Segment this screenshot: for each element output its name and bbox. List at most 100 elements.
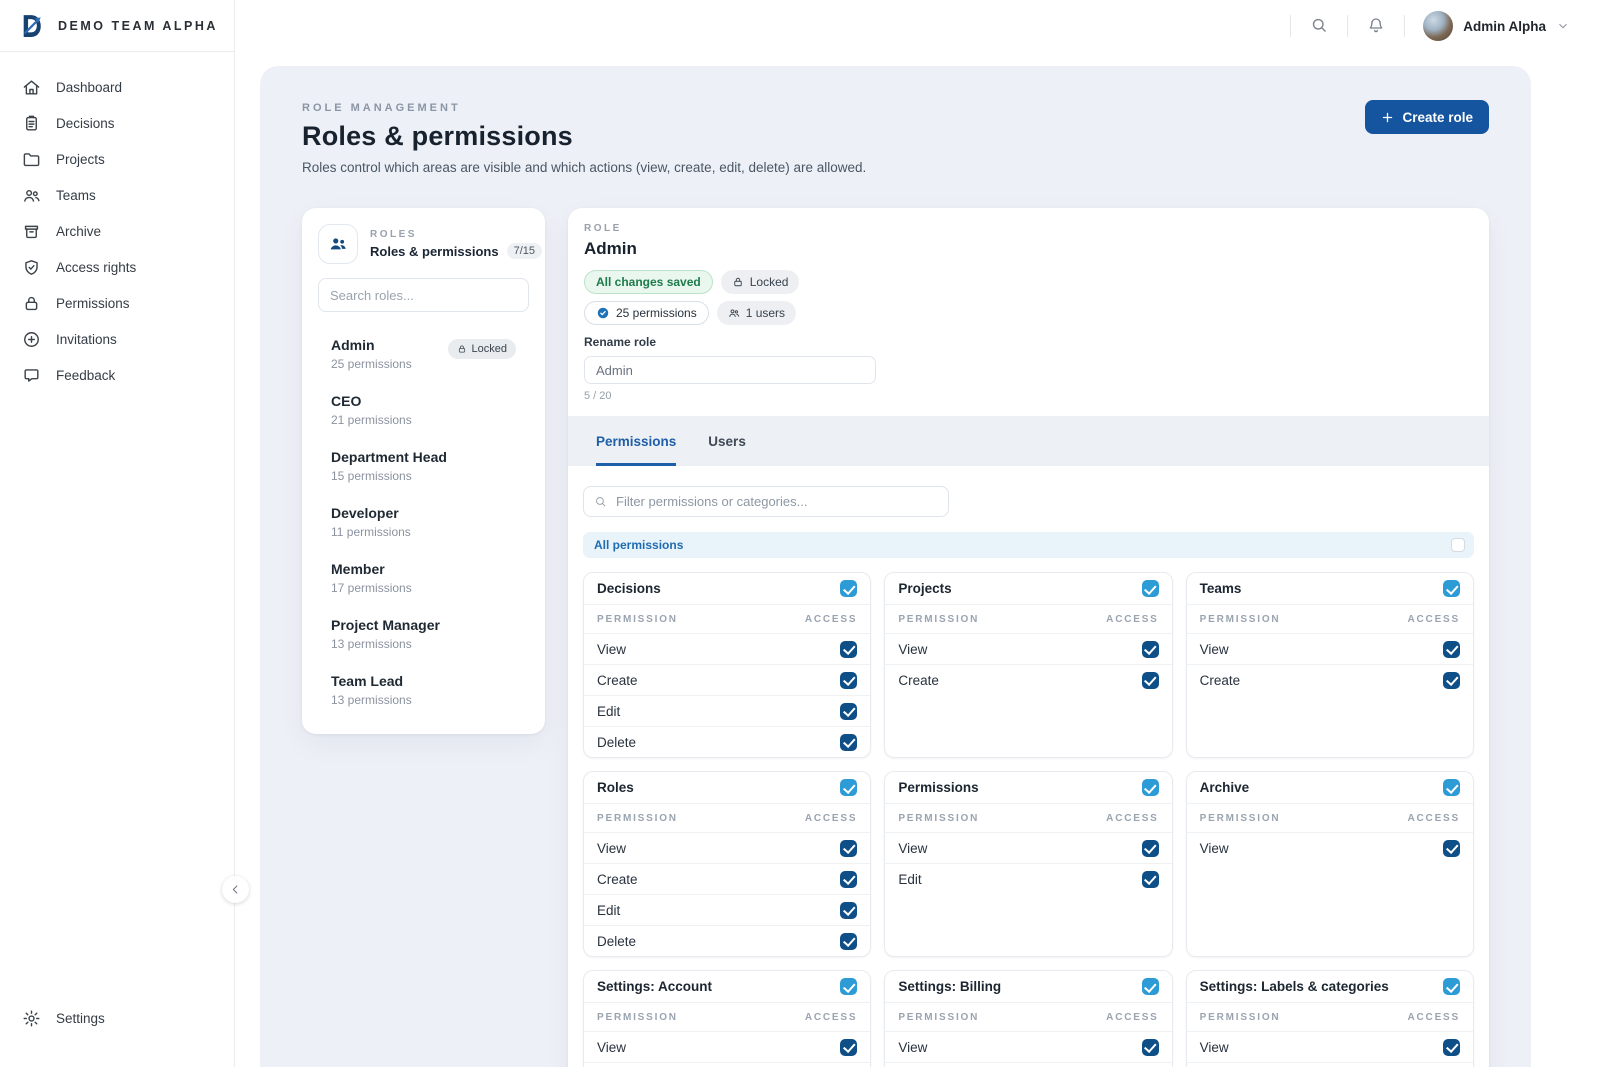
all-permissions-checkbox[interactable] bbox=[1451, 538, 1465, 552]
permission-label: Delete bbox=[597, 734, 637, 750]
category-checkbox[interactable] bbox=[1141, 779, 1159, 796]
permission-checkbox[interactable] bbox=[1141, 671, 1159, 689]
permission-checkbox[interactable] bbox=[1141, 640, 1159, 658]
permission-label: Edit bbox=[898, 871, 922, 887]
role-permission-count: 25 permissions bbox=[331, 357, 412, 371]
role-permission-count: 15 permissions bbox=[331, 469, 412, 483]
notifications-button[interactable] bbox=[1366, 16, 1386, 36]
category-checkbox[interactable] bbox=[1443, 580, 1460, 597]
permission-label: Edit bbox=[597, 902, 621, 918]
main-panel: ROLE MANAGEMENT Roles & permissions Role… bbox=[260, 66, 1531, 1067]
sidebar-item-settings[interactable]: Settings bbox=[12, 1001, 222, 1035]
permission-checkbox[interactable] bbox=[840, 870, 858, 888]
permission-checkbox[interactable] bbox=[840, 1038, 858, 1056]
category-checkbox[interactable] bbox=[1141, 580, 1159, 597]
brand-logo-icon bbox=[18, 12, 46, 40]
archive-icon bbox=[22, 222, 41, 241]
divider bbox=[1404, 15, 1406, 37]
permission-row: Create bbox=[1186, 664, 1473, 695]
permission-checkbox[interactable] bbox=[840, 839, 858, 857]
permission-checkbox[interactable] bbox=[840, 733, 858, 751]
roles-panel-title: Roles & permissions bbox=[370, 243, 499, 259]
sidebar: DEMO TEAM ALPHA Dashboard Decisions Proj… bbox=[0, 0, 235, 1067]
sidebar-item-label: Teams bbox=[56, 187, 96, 203]
search-button[interactable] bbox=[1309, 16, 1329, 36]
sidebar-collapse-button[interactable] bbox=[222, 876, 249, 903]
permission-row: Edit bbox=[584, 1062, 871, 1067]
user-menu[interactable]: Admin Alpha bbox=[1423, 11, 1570, 41]
folder-icon bbox=[22, 150, 41, 169]
people-solid-icon bbox=[328, 234, 348, 254]
permission-label: View bbox=[898, 840, 928, 856]
category-title: Settings: Labels & categories bbox=[1199, 979, 1389, 994]
permission-checkbox[interactable] bbox=[840, 932, 858, 950]
category-checkbox[interactable] bbox=[840, 779, 858, 796]
search-icon bbox=[1310, 16, 1328, 34]
column-header-permission: PERMISSION bbox=[1199, 813, 1281, 824]
permission-label: View bbox=[597, 1039, 627, 1055]
tab-permissions[interactable]: Permissions bbox=[596, 416, 677, 466]
lock-icon bbox=[22, 294, 41, 313]
role-name: Project Manager bbox=[331, 617, 440, 633]
permission-checkbox[interactable] bbox=[1443, 671, 1460, 689]
role-detail-title: Admin bbox=[584, 239, 637, 258]
permission-row: View bbox=[584, 633, 871, 664]
role-permission-count: 13 permissions bbox=[331, 693, 412, 707]
permission-row: View bbox=[584, 832, 871, 863]
filter-permissions-input[interactable] bbox=[583, 486, 949, 517]
category-checkbox[interactable] bbox=[1141, 978, 1159, 995]
sidebar-item-label: Dashboard bbox=[56, 79, 123, 95]
brand-name: DEMO TEAM ALPHA bbox=[58, 18, 218, 33]
rename-role-input[interactable] bbox=[584, 356, 876, 384]
sidebar-item-label: Access rights bbox=[56, 259, 137, 275]
permission-checkbox[interactable] bbox=[1443, 640, 1460, 658]
create-role-button[interactable]: Create role bbox=[1365, 100, 1489, 134]
column-header-access: ACCESS bbox=[1407, 813, 1460, 824]
permission-label: Create bbox=[1199, 672, 1241, 688]
saved-status-badge: All changes saved bbox=[584, 270, 713, 294]
column-header-permission: PERMISSION bbox=[898, 614, 980, 625]
category-checkbox[interactable] bbox=[1443, 978, 1460, 995]
role-name: Admin bbox=[331, 337, 375, 353]
permission-checkbox[interactable] bbox=[1443, 839, 1460, 857]
role-detail-panel: ROLE Admin All changes saved Locked 25 p… bbox=[568, 208, 1489, 1067]
permission-label: View bbox=[1199, 641, 1229, 657]
permission-label: View bbox=[898, 1039, 928, 1055]
permission-label: View bbox=[1199, 1039, 1229, 1055]
tab-users[interactable]: Users bbox=[708, 416, 746, 466]
permission-row: Edit bbox=[1186, 1062, 1473, 1067]
role-name: Member bbox=[331, 561, 385, 577]
permissions-count-badge: 25 permissions bbox=[584, 301, 709, 325]
permission-checkbox[interactable] bbox=[1141, 870, 1159, 888]
role-name: Developer bbox=[331, 505, 399, 521]
permission-checkbox[interactable] bbox=[1141, 839, 1159, 857]
permission-checkbox[interactable] bbox=[1141, 1038, 1159, 1056]
category-checkbox[interactable] bbox=[1443, 779, 1460, 796]
all-permissions-row: All permissions bbox=[583, 532, 1474, 558]
roles-panel: ROLES Roles & permissions 7/15 Admin 25 … bbox=[302, 208, 545, 734]
category-checkbox[interactable] bbox=[840, 580, 858, 597]
shield-check-icon bbox=[22, 258, 41, 277]
permission-checkbox[interactable] bbox=[840, 702, 858, 720]
role-permission-count: 13 permissions bbox=[331, 637, 412, 651]
category-checkbox[interactable] bbox=[840, 978, 858, 995]
permission-rows: View Create bbox=[584, 832, 871, 956]
clipboard-icon bbox=[22, 114, 41, 133]
permission-row: View bbox=[1186, 633, 1473, 664]
role-permission-count: 17 permissions bbox=[331, 581, 412, 595]
permission-checkbox[interactable] bbox=[840, 671, 858, 689]
locked-status-badge: Locked bbox=[720, 270, 800, 294]
column-header-permission: PERMISSION bbox=[898, 813, 980, 824]
check-circle-icon bbox=[596, 306, 610, 320]
permission-checkbox[interactable] bbox=[840, 901, 858, 919]
role-search-input[interactable] bbox=[318, 278, 529, 312]
users-count-badge: 1 users bbox=[716, 301, 797, 325]
search-icon bbox=[594, 495, 607, 508]
permission-checkbox[interactable] bbox=[840, 640, 858, 658]
permission-row: View bbox=[1186, 1031, 1473, 1062]
permission-checkbox[interactable] bbox=[1443, 1038, 1460, 1056]
permission-row: View bbox=[885, 1031, 1172, 1062]
lock-icon bbox=[732, 276, 744, 288]
chevron-left-icon bbox=[229, 883, 242, 896]
permission-rows: View Create bbox=[885, 633, 1172, 695]
